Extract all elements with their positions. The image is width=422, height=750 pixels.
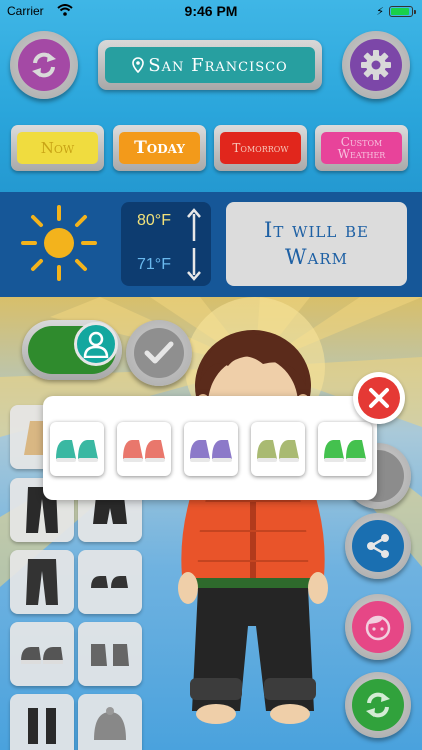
weather-message-text: It will be Warm — [264, 217, 369, 269]
city-name: San Francisco — [148, 54, 288, 76]
share-button[interactable] — [345, 513, 411, 579]
status-bar: Carrier 9:46 PM ⚡ — [0, 0, 422, 24]
tab-today[interactable]: Today — [113, 125, 206, 171]
wardrobe-item-sneakers[interactable] — [10, 622, 74, 686]
shoes-icon — [190, 440, 232, 462]
close-icon — [358, 377, 400, 419]
wardrobe-item-pants-2[interactable] — [10, 550, 74, 614]
tab-now[interactable]: Now — [11, 125, 104, 171]
character-button[interactable] — [345, 594, 411, 660]
pants-icon — [26, 559, 58, 605]
location-pin-icon — [132, 57, 145, 73]
shoes-icon — [91, 576, 128, 588]
gear-icon — [350, 39, 402, 91]
refresh-location-button[interactable] — [10, 31, 78, 99]
sneakers-icon — [21, 647, 63, 664]
wardrobe-item-boots[interactable] — [78, 622, 142, 686]
tab-tomorrow-label: Tomorrow — [220, 132, 301, 164]
shoe-option-olive[interactable] — [251, 422, 305, 476]
refresh-icon — [18, 39, 70, 91]
tab-now-label: Now — [17, 132, 98, 164]
wardrobe-item-beanie[interactable] — [78, 694, 142, 750]
settings-button[interactable] — [342, 31, 410, 99]
share-icon — [352, 520, 404, 572]
beanie-icon — [94, 707, 126, 740]
charging-icon: ⚡ — [376, 6, 384, 18]
shoes-icon — [56, 440, 98, 462]
high-temperature: 80°F — [137, 212, 171, 229]
clock: 9:46 PM — [184, 3, 238, 19]
arrow-down-icon — [187, 248, 201, 281]
boots-icon — [91, 644, 129, 666]
face-icon — [352, 601, 404, 653]
profile-toggle[interactable] — [22, 320, 122, 380]
regenerate-outfit-button[interactable] — [345, 672, 411, 738]
shoe-option-purple[interactable] — [184, 422, 238, 476]
refresh-icon — [352, 679, 404, 731]
tab-custom-weather[interactable]: Custom Weather — [315, 125, 408, 171]
shoe-option-coral[interactable] — [117, 422, 171, 476]
sun-icon — [21, 205, 97, 281]
check-icon — [134, 328, 184, 378]
weather-message: It will be Warm — [226, 202, 407, 286]
shoes-icon — [324, 440, 366, 462]
tab-tomorrow[interactable]: Tomorrow — [214, 125, 307, 171]
close-picker-button[interactable] — [353, 372, 405, 424]
avatar-character — [178, 330, 328, 724]
shoe-option-green[interactable] — [318, 422, 372, 476]
tall-boots-icon — [28, 708, 56, 744]
wardrobe-item-tall-boots[interactable] — [10, 694, 74, 750]
shoes-icon — [257, 440, 299, 462]
tab-custom-weather-label: Custom Weather — [321, 132, 402, 164]
wardrobe-item-shoes-1[interactable] — [78, 550, 142, 614]
shoe-option-teal[interactable] — [50, 422, 104, 476]
person-icon — [74, 322, 118, 366]
confirm-button[interactable] — [126, 320, 192, 386]
low-temperature: 71°F — [137, 256, 171, 273]
location-field[interactable]: San Francisco — [98, 40, 322, 90]
arrow-up-icon — [187, 208, 201, 241]
battery-icon — [389, 6, 416, 17]
shoes-icon — [123, 440, 165, 462]
tab-today-label: Today — [119, 132, 200, 164]
